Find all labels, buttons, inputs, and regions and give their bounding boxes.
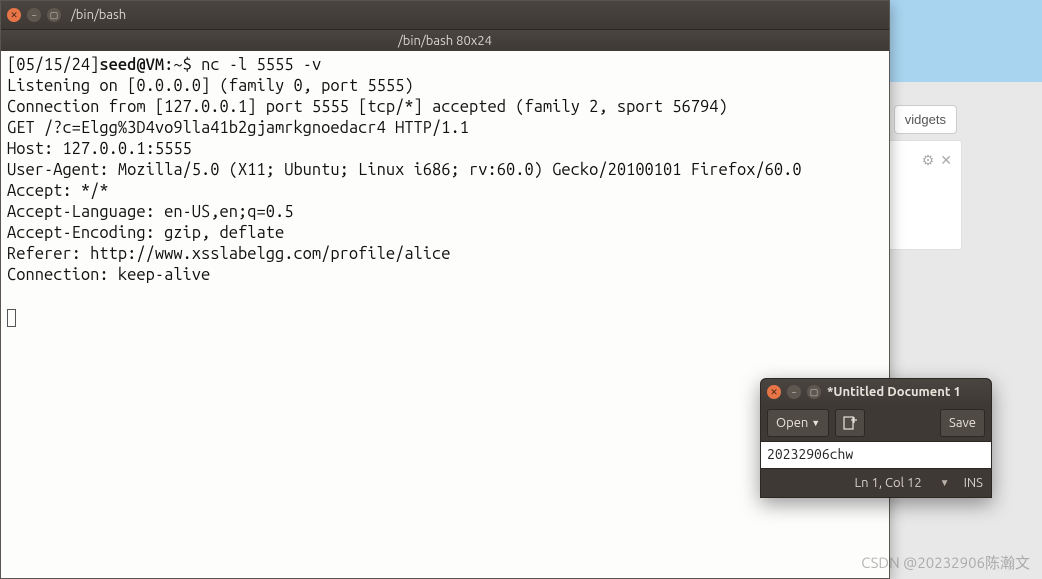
prompt-path: ~ — [173, 56, 182, 74]
terminal-output-line: Accept-Encoding: gzip, deflate — [7, 224, 284, 242]
terminal-body[interactable]: [05/15/24]seed@VM:~$ nc -l 5555 -v Liste… — [1, 51, 889, 578]
prompt-symbol: $ — [183, 56, 192, 74]
terminal-output-line: Referer: http://www.xsslabelgg.com/profi… — [7, 245, 451, 263]
terminal-cursor — [7, 309, 16, 327]
new-tab-button[interactable] — [835, 409, 865, 437]
terminal-command: nc -l 5555 -v — [201, 56, 321, 74]
terminal-window: ✕ − ▢ /bin/bash /bin/bash 80x24 [05/15/2… — [0, 0, 890, 579]
save-button-label: Save — [949, 416, 976, 430]
terminal-output-line: GET /?c=Elgg%3D4vo9lla41b2gjamrkgnoedacr… — [7, 119, 469, 137]
gedit-titlebar[interactable]: ✕ − ▢ *Untitled Document 1 — [761, 379, 991, 405]
background-toolbar-icons: ⚙ ✕ — [922, 152, 952, 169]
gedit-close-button[interactable]: ✕ — [767, 385, 781, 399]
terminal-title: /bin/bash — [71, 8, 126, 22]
gedit-window: ✕ − ▢ *Untitled Document 1 Open ▼ Save 2… — [760, 378, 992, 498]
terminal-subtitle: /bin/bash 80x24 — [1, 29, 889, 51]
terminal-titlebar[interactable]: ✕ − ▢ /bin/bash — [1, 1, 889, 29]
window-maximize-button[interactable]: ▢ — [47, 8, 61, 22]
tab-width-dropdown-icon[interactable]: ▼ — [940, 477, 950, 489]
prompt-userhost: seed@VM — [99, 56, 164, 74]
gedit-maximize-button[interactable]: ▢ — [807, 385, 821, 399]
terminal-output-line: Listening on [0.0.0.0] (family 0, port 5… — [7, 77, 414, 95]
gedit-minimize-button[interactable]: − — [787, 385, 801, 399]
open-button-label: Open — [776, 416, 808, 430]
terminal-output-line: Accept-Language: en-US,en;q=0.5 — [7, 203, 293, 221]
gedit-statusbar: Ln 1, Col 12 ▼ INS — [761, 469, 991, 497]
insert-mode: INS — [964, 476, 983, 490]
close-icon[interactable]: ✕ — [940, 152, 952, 169]
save-button[interactable]: Save — [940, 409, 985, 437]
gedit-text-editor[interactable]: 20232906chw — [761, 441, 991, 469]
gear-icon[interactable]: ⚙ — [922, 152, 935, 169]
prompt-timestamp: [05/15/24] — [7, 56, 99, 74]
window-minimize-button[interactable]: − — [27, 8, 41, 22]
window-controls: ✕ − ▢ — [7, 8, 61, 22]
gedit-window-controls: ✕ − ▢ — [767, 385, 821, 399]
terminal-output-line: Connection from [127.0.0.1] port 5555 [t… — [7, 98, 728, 116]
new-document-icon — [843, 416, 857, 430]
widgets-button[interactable]: vidgets — [894, 105, 957, 134]
terminal-output-line: User-Agent: Mozilla/5.0 (X11; Ubuntu; Li… — [7, 161, 802, 179]
terminal-output-line: Host: 127.0.0.1:5555 — [7, 140, 192, 158]
gedit-title: *Untitled Document 1 — [827, 385, 985, 399]
open-button[interactable]: Open ▼ — [767, 409, 829, 437]
gedit-toolbar: Open ▼ Save — [761, 405, 991, 441]
cursor-position: Ln 1, Col 12 — [855, 476, 922, 490]
terminal-output-line: Accept: */* — [7, 182, 109, 200]
terminal-output-line: Connection: keep-alive — [7, 266, 210, 284]
chevron-down-icon: ▼ — [811, 418, 820, 428]
window-close-button[interactable]: ✕ — [7, 8, 21, 22]
